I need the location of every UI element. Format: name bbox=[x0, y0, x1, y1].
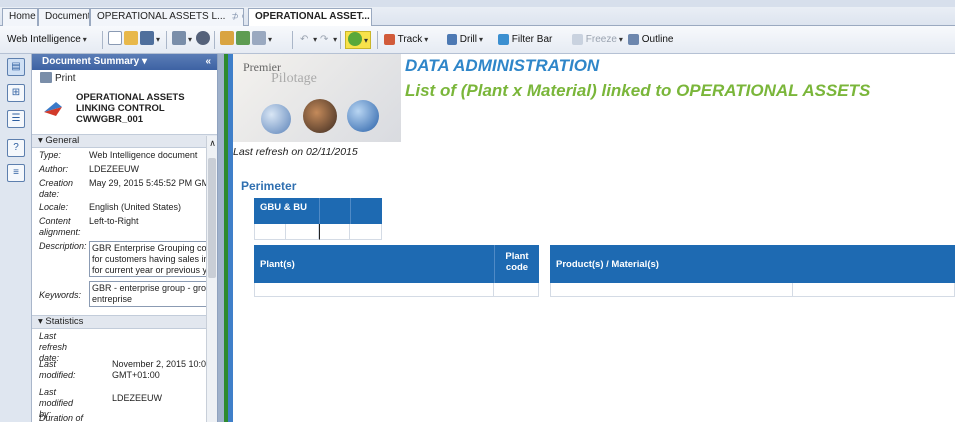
table-cell bbox=[350, 224, 382, 240]
last-modified-row: Last modified: November 2, 2015 10:05 GMT… bbox=[39, 359, 207, 380]
document-summary-icon[interactable]: ▤ bbox=[7, 58, 25, 76]
tab-home[interactable]: Home bbox=[2, 8, 38, 26]
refresh-icon[interactable]: ▾ bbox=[345, 31, 372, 49]
pin-icon bbox=[44, 102, 62, 116]
tab-bar: Home Documents OPERATIONAL ASSETS L... ⊅ … bbox=[0, 0, 955, 27]
print-icon[interactable]: ▾ bbox=[172, 31, 192, 49]
last-refresh-label: Last refresh on 02/11/2015 bbox=[233, 146, 358, 158]
content-alignment-row: Content alignment: Left-to-Right bbox=[39, 216, 139, 237]
keywords-row: Keywords: GBR - enterprise group - grou … bbox=[32, 281, 217, 315]
undo-icon[interactable]: ↶ ▾ bbox=[300, 31, 317, 49]
tab-document-2[interactable]: OPERATIONAL ASSET...⊅ ⊕ ⊗ bbox=[248, 8, 372, 27]
panel-scrollbar[interactable]: ∧ bbox=[206, 136, 217, 422]
gbu-header: GBU & BU bbox=[254, 198, 382, 224]
toolbar: Web Intelligence ▾ ▾ ▾ ▾ ↶ ▾ ↷ ▾ ▾ Track ▾… bbox=[0, 26, 955, 54]
find-icon[interactable] bbox=[196, 31, 210, 49]
redo-icon[interactable]: ↷ ▾ bbox=[320, 31, 337, 49]
table-cell bbox=[319, 224, 350, 240]
description-field[interactable]: GBR Enterprise Grouping con for customer… bbox=[89, 241, 207, 277]
save-icon[interactable]: ▾ bbox=[140, 31, 160, 49]
tab-document-1[interactable]: OPERATIONAL ASSETS L... ⊅ ⊕ ⊗ bbox=[90, 8, 244, 26]
document-title: OPERATIONAL ASSETS LINKING CONTROL CWWGB… bbox=[32, 88, 217, 134]
description-row: Description: GBR Enterprise Grouping con… bbox=[39, 241, 207, 277]
statistics-section-header[interactable]: ▾ Statistics bbox=[32, 315, 217, 329]
author-row: Author: LDEZEEUW bbox=[39, 164, 140, 174]
plants-header: Plant(s) bbox=[254, 245, 494, 283]
print-icon bbox=[40, 72, 52, 83]
table-cell bbox=[550, 283, 793, 297]
products-header: Product(s) / Material(s) bbox=[550, 245, 955, 283]
outline-icon bbox=[628, 34, 639, 45]
web-service-icon[interactable]: ≡ bbox=[7, 164, 25, 182]
filter-bar-button[interactable]: Filter Bar bbox=[498, 31, 552, 49]
last-modified-by-row: Last modified by: LDEZEEUW bbox=[39, 387, 163, 419]
tab-controls-icon: ⊅ ⊕ ⊗ bbox=[231, 11, 243, 21]
track-button[interactable]: Track ▾ bbox=[384, 31, 428, 49]
tab-document-2-label: OPERATIONAL ASSET... bbox=[255, 11, 370, 22]
open-folder-icon[interactable] bbox=[124, 31, 138, 49]
keywords-field[interactable]: GBR - enterprise group - grou entreprise bbox=[89, 281, 207, 307]
type-row: Type: Web Intelligence document bbox=[39, 150, 198, 160]
help-icon[interactable]: ? bbox=[7, 139, 25, 157]
input-controls-icon[interactable]: ☰ bbox=[7, 110, 25, 128]
track-icon bbox=[384, 34, 395, 45]
table-cell bbox=[286, 224, 319, 240]
table-cell bbox=[494, 283, 539, 297]
scroll-thumb[interactable] bbox=[208, 158, 216, 278]
side-icon-strip: ▤ ⊞ ☰ ? ≡ bbox=[0, 54, 32, 422]
new-document-icon[interactable] bbox=[108, 31, 122, 49]
report-canvas: Premier Pilotage DATA ADMINISTRATION Lis… bbox=[233, 54, 955, 422]
table-cell bbox=[254, 283, 494, 297]
report-subtitle: List of (Plant x Material) linked to OPE… bbox=[405, 81, 871, 100]
locale-row: Locale: English (United States) bbox=[39, 202, 182, 212]
print-button[interactable]: Print bbox=[32, 70, 217, 88]
premier-pilotage-logo: Premier Pilotage bbox=[233, 54, 401, 142]
products-table: Product(s) / Material(s) bbox=[550, 245, 955, 297]
freeze-button[interactable]: Freeze ▾ bbox=[572, 31, 623, 49]
drill-icon bbox=[447, 34, 457, 45]
web-intelligence-window: Home Documents OPERATIONAL ASSETS L... ⊅ … bbox=[0, 0, 955, 422]
email-icon[interactable]: ▾ bbox=[252, 31, 272, 49]
outline-button[interactable]: Outline bbox=[628, 31, 673, 49]
navigation-map-icon[interactable]: ⊞ bbox=[7, 84, 25, 102]
last-refresh-row: Last refresh date: bbox=[39, 331, 68, 363]
document-summary-panel: Document Summary ▾ « Print OPERATIONAL A… bbox=[32, 54, 218, 422]
track-changes-icon[interactable] bbox=[220, 31, 234, 49]
tab-document-1-label: OPERATIONAL ASSETS L... bbox=[97, 11, 226, 22]
general-section-header[interactable]: ▾ General bbox=[32, 134, 217, 148]
scroll-up-icon: ∧ bbox=[209, 138, 216, 148]
perimeter-label: Perimeter bbox=[241, 179, 297, 193]
export-icon[interactable] bbox=[236, 31, 250, 49]
panel-header[interactable]: Document Summary ▾ « bbox=[32, 54, 217, 70]
web-intelligence-menu[interactable]: Web Intelligence ▾ bbox=[7, 31, 87, 49]
tab-documents[interactable]: Documents bbox=[38, 8, 90, 26]
plant-code-header: Plant code bbox=[494, 245, 539, 283]
collapse-panel-icon[interactable]: « bbox=[205, 54, 211, 70]
report-title: DATA ADMINISTRATION bbox=[405, 56, 600, 75]
duration-row: Duration of bbox=[39, 413, 84, 422]
table-cell bbox=[793, 283, 955, 297]
drill-button[interactable]: Drill ▾ bbox=[447, 31, 483, 49]
creation-date-row: Creation date: May 29, 2015 5:45:52 PM GM bbox=[39, 178, 207, 199]
freeze-icon bbox=[572, 34, 583, 45]
table-cell bbox=[254, 224, 286, 240]
filter-icon bbox=[498, 34, 509, 45]
plants-table: Plant(s) Plant code bbox=[254, 245, 540, 297]
